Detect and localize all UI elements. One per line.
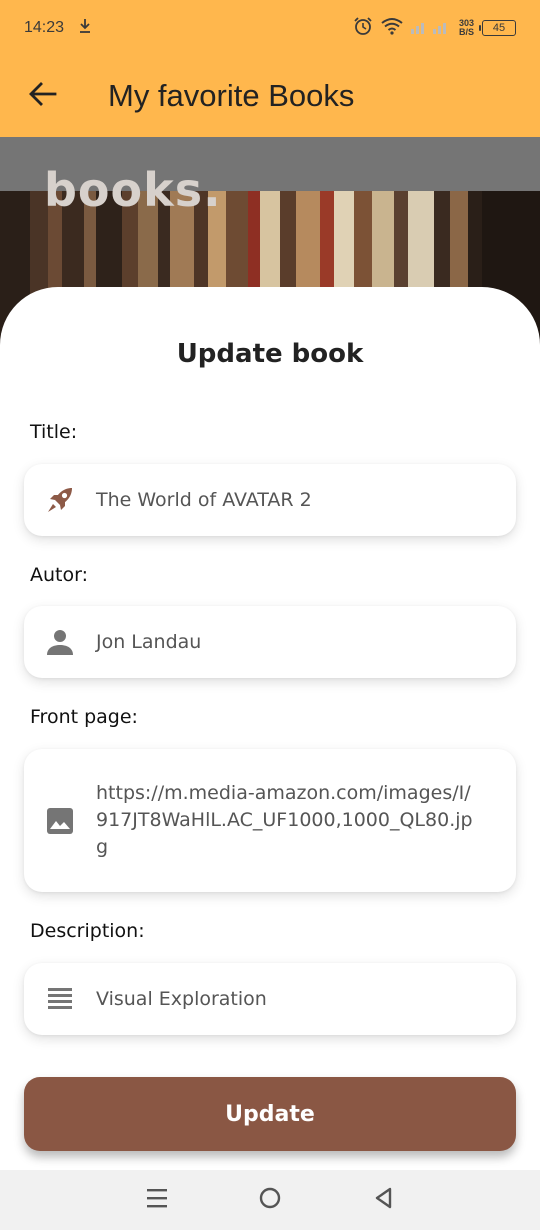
front-page-label: Front page: (30, 706, 138, 728)
description-label: Description: (30, 920, 145, 942)
home-icon (258, 1186, 282, 1214)
system-back-button[interactable] (363, 1180, 403, 1220)
description-field[interactable]: Visual Exploration (24, 963, 516, 1035)
hero-text: books. (44, 163, 222, 217)
app-title: My favorite Books (108, 78, 355, 113)
battery-level: 45 (492, 21, 506, 34)
download-icon (78, 18, 92, 38)
alarm-icon (353, 16, 373, 40)
network-speed: 303 B/S (458, 18, 474, 37)
speed-unit: B/S (458, 26, 474, 37)
author-value: Jon Landau (96, 630, 202, 653)
wifi-icon (381, 17, 403, 39)
back-button[interactable] (22, 75, 64, 117)
title-field[interactable]: The World of AVATAR 2 (24, 464, 516, 536)
front-page-value: https://m.media-amazon.com/images/I/917J… (96, 782, 473, 858)
back-icon (372, 1186, 394, 1214)
recent-apps-button[interactable] (137, 1180, 177, 1220)
signal-icon (410, 17, 451, 39)
update-button[interactable]: Update (24, 1077, 516, 1151)
image-icon (44, 805, 76, 837)
author-field[interactable]: Jon Landau (24, 606, 516, 678)
battery-icon: 45 (479, 19, 516, 36)
app-bar: My favorite Books (0, 55, 540, 137)
title-label: Title: (30, 421, 78, 443)
update-book-sheet: Update book Title: The World of AVATAR 2… (0, 287, 540, 1170)
person-icon (44, 626, 76, 658)
description-value: Visual Exploration (96, 987, 267, 1010)
title-value: The World of AVATAR 2 (96, 488, 312, 511)
front-page-field[interactable]: https://m.media-amazon.com/images/I/917J… (24, 749, 516, 892)
author-label: Autor: (30, 564, 88, 586)
update-button-label: Update (225, 1101, 315, 1127)
recent-apps-icon (145, 1187, 169, 1213)
status-time: 14:23 (24, 18, 65, 36)
status-icons: 303 B/S 45 (353, 16, 516, 40)
arrow-left-icon (29, 82, 57, 110)
home-button[interactable] (250, 1180, 290, 1220)
sheet-title: Update book (176, 339, 364, 369)
rocket-icon (44, 484, 76, 516)
system-nav-bar (0, 1170, 540, 1230)
status-bar: 14:23 303 B/S 45 (0, 0, 540, 55)
notes-icon (44, 983, 76, 1015)
